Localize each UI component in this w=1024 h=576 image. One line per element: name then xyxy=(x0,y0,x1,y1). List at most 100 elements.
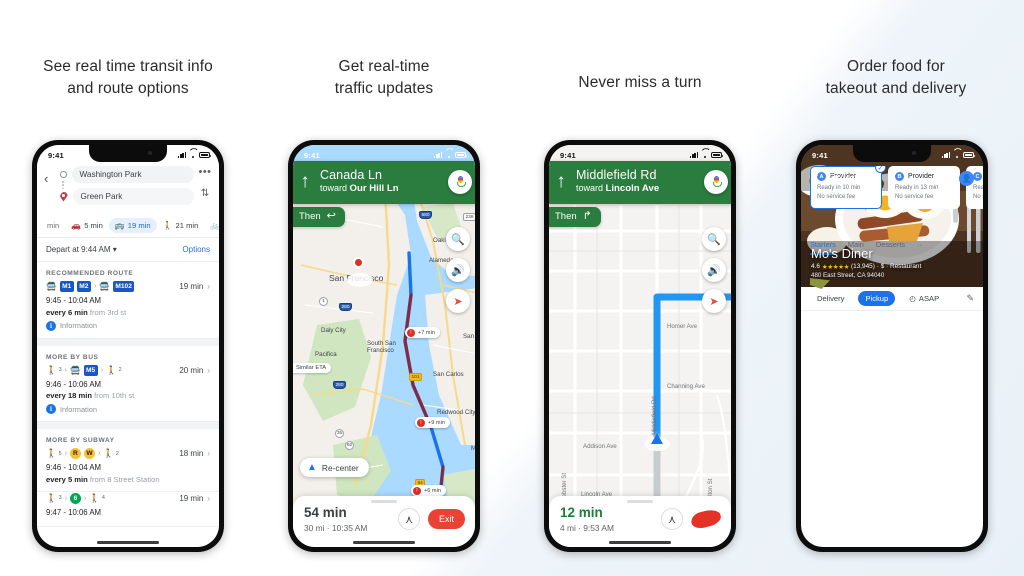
status-time: 9:41 xyxy=(812,150,828,160)
route-option-subway-2[interactable]: 🚶 3 › 6 › 🚶 4 19 min › 9:47 - 10:06 AM xyxy=(37,492,219,527)
tab-pickup[interactable]: Pickup xyxy=(858,291,896,306)
voice-search-button[interactable] xyxy=(448,169,472,194)
phone-mockup-traffic: San Francisco Oakland Alameda Pacifica D… xyxy=(288,140,480,552)
food-header-title: Order food xyxy=(828,172,879,184)
sound-button[interactable]: 🔊 xyxy=(446,258,470,282)
route-information-link[interactable]: i Information xyxy=(46,320,210,331)
navigation-map-streets[interactable]: Homer Ave Channing Ave Addison Ave Linco… xyxy=(549,145,731,547)
leg-separator-icon: › xyxy=(64,450,67,457)
traffic-delay-chip-2[interactable]: ! +9 min xyxy=(415,417,450,428)
destination-input[interactable]: Green Park xyxy=(72,188,194,205)
line-badge-m2: M2 xyxy=(76,281,91,292)
arrow-up-icon: ↑ xyxy=(556,171,566,193)
bus-icon: 🚌 xyxy=(114,221,125,230)
close-icon[interactable]: ✕ xyxy=(810,172,819,185)
route-duration: 20 min › xyxy=(179,366,210,375)
traffic-delay-chip-1[interactable]: ! +7 min xyxy=(405,327,440,338)
exit-navigation-button[interactable]: Exit xyxy=(427,509,465,530)
arrow-up-icon: ↑ xyxy=(300,171,310,193)
tab-delivery[interactable]: Delivery xyxy=(810,291,851,306)
street-label-channing: Channing Ave xyxy=(667,383,705,390)
navigation-map-sf[interactable]: San Francisco Oakland Alameda Pacifica D… xyxy=(293,145,475,547)
alternate-routes-button[interactable]: ⋏ xyxy=(661,508,683,531)
tab-asap[interactable]: ◴ ASAP xyxy=(902,291,946,306)
walk-icon: 🚶 xyxy=(46,364,57,375)
search-button[interactable]: 🔍 xyxy=(446,227,470,251)
origin-input[interactable]: Washington Park xyxy=(71,166,194,183)
line-badge-w: W xyxy=(83,448,95,459)
similar-eta-chip[interactable]: Similar ETA xyxy=(293,363,332,373)
nav-toward: toward Our Hill Ln xyxy=(320,183,399,195)
alternate-routes-button[interactable]: ⋏ xyxy=(397,508,420,531)
compass-button[interactable]: ➤ xyxy=(702,289,726,313)
current-location-chevron-icon xyxy=(651,433,663,444)
mode-tab-drive[interactable]: 🚗 5 min xyxy=(65,218,109,233)
route-option-subway-1[interactable]: 🚶 5 › R W › 🚶 2 18 min › 9:46 - 10:04 AM… xyxy=(37,447,219,492)
walk-icon: 🚶 xyxy=(46,492,57,503)
destination-row[interactable]: Green Park xyxy=(59,188,194,205)
wifi-icon xyxy=(701,152,709,159)
status-bar: 9:41 xyxy=(549,145,731,163)
sheet-grabber[interactable] xyxy=(627,500,653,504)
map-floating-buttons: 🔍 🔊 ➤ xyxy=(702,227,726,313)
mode-tab-transit[interactable]: 🚌 19 min xyxy=(108,218,157,233)
traffic-alert-icon: ! xyxy=(417,418,425,427)
traffic-delay-label: +6 min xyxy=(424,487,441,494)
panel-caption-food: Order food for takeout and delivery xyxy=(825,58,967,97)
voice-search-button[interactable] xyxy=(704,169,728,194)
highway-shield-35: 35 xyxy=(335,429,344,438)
search-button[interactable]: 🔍 xyxy=(702,227,726,251)
exit-navigation-button[interactable] xyxy=(689,507,723,531)
status-bar: 9:41 xyxy=(293,145,475,163)
line-badge-m1: M1 xyxy=(59,281,74,292)
highway-shield-238: 238 xyxy=(463,213,475,221)
route-legs: 🚶 3 › 🚍 M5 › 🚶 2 xyxy=(46,364,122,376)
mode-tab-overflow-left[interactable]: min xyxy=(41,218,65,233)
signal-icon xyxy=(434,151,442,159)
chevron-right-icon: › xyxy=(207,365,210,375)
options-link[interactable]: Options xyxy=(182,245,210,254)
mode-tab-overflow-right[interactable]: 🚲 xyxy=(204,218,219,233)
battery-icon xyxy=(963,152,976,159)
traffic-delay-chip-3[interactable]: ! +6 min xyxy=(411,485,446,496)
map-floating-buttons: 🔍 🔊 ➤ xyxy=(446,227,470,313)
walk-icon: 🚶 xyxy=(162,221,173,230)
route-times: 9:45 - 10:04 AM xyxy=(46,296,102,305)
route-frequency-from: from 8 Street Station xyxy=(89,474,160,484)
route-option-recommended[interactable]: 🚍 M1 M2 › 🚍 M102 19 min › 9:45 - 10:04 A… xyxy=(37,280,219,339)
restaurant-name: Mo's Diner xyxy=(811,245,873,261)
mode-tab-walk[interactable]: 🚶 21 min xyxy=(157,218,205,233)
phone-screen-traffic: San Francisco Oakland Alameda Pacifica D… xyxy=(293,145,475,547)
route-frequency-value: every 18 min xyxy=(46,391,93,400)
directions-fields: Washington Park Green Park xyxy=(59,166,194,210)
swap-endpoints-icon[interactable]: ⇅ xyxy=(201,188,209,199)
sound-button[interactable]: 🔊 xyxy=(702,258,726,282)
information-label: Information xyxy=(60,321,97,330)
more-options-icon[interactable]: ••• xyxy=(198,167,211,178)
battery-icon xyxy=(199,152,212,159)
depart-time-row[interactable]: Depart at 9:44 AM ▾ Options xyxy=(37,238,219,262)
chevron-right-icon: › xyxy=(207,449,210,458)
origin-row[interactable]: Washington Park xyxy=(59,166,194,183)
highway-shield-280: 280 xyxy=(339,303,353,311)
walk-icon: 🚶 xyxy=(103,448,114,459)
list-icon[interactable]: ☰ xyxy=(941,172,951,185)
signal-icon xyxy=(178,151,186,159)
leg-separator-icon: › xyxy=(83,494,87,502)
edit-icon[interactable]: ✎ xyxy=(966,293,974,304)
back-button[interactable]: ‹ xyxy=(44,166,55,185)
route-duration-label: 19 min xyxy=(179,282,204,291)
avatar[interactable]: 👤 xyxy=(959,170,974,186)
street-label-addison: Addison Ave xyxy=(583,443,617,450)
navigation-bottom-sheet: 54 min 30 mi · 10:35 AM ⋏ Exit xyxy=(293,496,475,547)
bus-icon: 🚍 xyxy=(99,281,110,292)
compass-button[interactable]: ➤ xyxy=(446,289,470,313)
route-option-bus[interactable]: 🚶 3 › 🚍 M5 › 🚶 2 20 min › 9:46 - 10:06 A… xyxy=(37,364,219,422)
sheet-grabber[interactable] xyxy=(371,500,397,504)
then-label: Then xyxy=(555,211,577,222)
route-duration: 18 min › xyxy=(179,449,210,458)
leg-separator-icon: › xyxy=(64,366,67,374)
route-information-link[interactable]: i Information xyxy=(46,404,210,414)
rating-value: 4.6 xyxy=(811,263,820,270)
recenter-button[interactable]: ▲ Re-center xyxy=(300,458,369,477)
